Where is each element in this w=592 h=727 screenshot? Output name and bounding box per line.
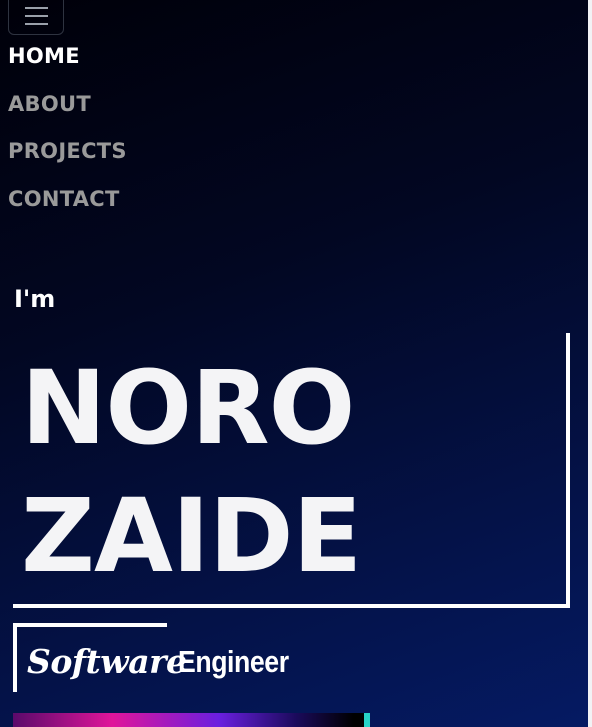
role-title-first-word: Software <box>27 642 187 681</box>
role-title-second-word: Engineer <box>178 644 289 679</box>
nav-link-home[interactable]: HOME <box>8 44 80 68</box>
decorative-gradient-cap <box>364 713 370 727</box>
menu-bar <box>25 15 48 17</box>
nav-link-about[interactable]: ABOUT <box>8 92 91 116</box>
name-frame-right-border <box>566 333 570 608</box>
page-right-edge <box>588 0 592 727</box>
intro-text: I'm <box>14 285 56 313</box>
nav-link-projects[interactable]: PROJECTS <box>8 139 127 163</box>
menu-bar <box>25 7 48 9</box>
menu-toggle-button[interactable] <box>8 0 64 35</box>
hero-name-last: ZAIDE <box>21 477 362 596</box>
role-frame-left-border <box>13 623 17 692</box>
name-frame-bottom-border <box>13 604 570 608</box>
nav-link-contact[interactable]: CONTACT <box>8 187 120 211</box>
hamburger-menu-icon <box>25 7 48 25</box>
role-frame-top-border <box>13 623 167 627</box>
decorative-gradient-bar <box>13 713 368 727</box>
menu-bar <box>25 23 48 25</box>
hero-name-first: NORO <box>21 349 355 468</box>
